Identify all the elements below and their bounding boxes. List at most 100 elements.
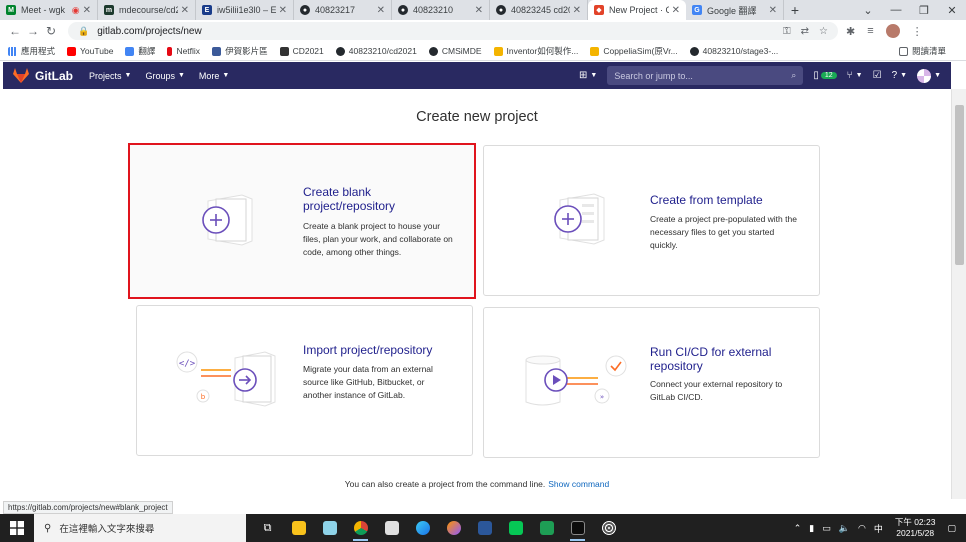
close-tab-icon[interactable]: ✕ bbox=[672, 5, 680, 16]
card-title[interactable]: Create blank project/repository bbox=[303, 185, 423, 213]
translate-icon[interactable]: ⇄ bbox=[801, 26, 809, 37]
key-icon[interactable]: ⚿ bbox=[783, 26, 791, 37]
taskbar-edge[interactable] bbox=[407, 514, 438, 542]
reload-icon[interactable]: ↻ bbox=[42, 24, 60, 38]
url-text: gitlab.com/projects/new bbox=[97, 25, 202, 37]
extensions-icon[interactable]: ✱ bbox=[846, 25, 855, 38]
reading-list-button[interactable]: 閱讀清單 bbox=[898, 45, 946, 57]
menu-icon[interactable]: ⋮ bbox=[912, 25, 923, 38]
page-title: Create new project bbox=[416, 109, 538, 125]
back-icon[interactable]: ← bbox=[6, 24, 24, 38]
taskbar-word[interactable] bbox=[469, 514, 500, 542]
gitlab-logo[interactable]: GitLab bbox=[13, 68, 73, 83]
card-title[interactable]: Create from template bbox=[650, 193, 800, 207]
browser-tab[interactable]: ● 40823210 ✕ bbox=[392, 0, 490, 20]
user-menu-button[interactable]: ▼ bbox=[917, 68, 941, 83]
new-item-button[interactable]: ⊞ ▼ bbox=[579, 70, 597, 81]
todos-button[interactable]: ☑ bbox=[873, 70, 882, 81]
bookmark-star-icon[interactable]: ☆ bbox=[819, 26, 828, 37]
bookmark-cd2021[interactable]: CD2021 bbox=[279, 46, 324, 56]
line-icon bbox=[508, 521, 523, 535]
bookmark-cmsimde[interactable]: CMSiMDE bbox=[428, 46, 482, 56]
google-translate-icon: G bbox=[692, 5, 702, 15]
browser-tab[interactable]: ● 40823217 ✕ bbox=[294, 0, 392, 20]
chevron-down-icon: ▼ bbox=[222, 72, 230, 79]
bookmark-github-cd2021[interactable]: 40823210/cd2021 bbox=[335, 46, 417, 56]
chevron-down-icon: ▼ bbox=[855, 72, 863, 79]
start-button[interactable] bbox=[0, 521, 34, 535]
bookmark-netflix[interactable]: Netflix bbox=[167, 46, 200, 56]
gitlab-nav: Projects ▼ Groups ▼ More ▼ bbox=[89, 71, 229, 81]
close-tab-icon[interactable]: ✕ bbox=[475, 5, 483, 16]
address-bar[interactable]: 🔒 gitlab.com/projects/new ⚿ ⇄ ☆ bbox=[68, 22, 838, 40]
merge-requests-button[interactable]: ⑂ ▼ bbox=[847, 70, 863, 81]
network-icon[interactable]: ▭ bbox=[822, 523, 831, 534]
browser-tab[interactable]: mmdecourse/cd20✕ bbox=[98, 0, 196, 20]
browser-tab-active[interactable]: ◆ New Project · Gi ✕ bbox=[588, 0, 686, 20]
taskbar-firefox[interactable] bbox=[438, 514, 469, 542]
taskbar-misc-app[interactable] bbox=[593, 514, 624, 542]
close-tab-icon[interactable]: ✕ bbox=[769, 5, 777, 16]
wifi-icon[interactable]: ◠ bbox=[858, 523, 866, 534]
browser-tab[interactable]: ●40823245 cd202✕ bbox=[490, 0, 588, 20]
browser-tab[interactable]: Eiw5ilii1e3l0 – Eth✕ bbox=[196, 0, 294, 20]
volume-icon[interactable]: 🔈 bbox=[839, 523, 850, 534]
new-tab-button[interactable]: + bbox=[784, 0, 806, 20]
taskbar-clock[interactable]: 下午 02:23 2021/5/28 bbox=[895, 517, 936, 539]
notification-icon[interactable]: ▢ bbox=[947, 523, 956, 534]
task-view-button[interactable]: ⧉ bbox=[252, 514, 283, 542]
taskbar-terminal[interactable] bbox=[562, 514, 593, 542]
bookmarks-bar: 應用程式 YouTube 翻譯 Netflix 伊賀影片區 CD2021 408… bbox=[0, 42, 966, 61]
bookmark-apps[interactable]: 應用程式 bbox=[8, 45, 55, 57]
close-window-icon[interactable]: ✕ bbox=[938, 4, 966, 17]
nav-projects[interactable]: Projects ▼ bbox=[89, 71, 131, 81]
taskbar-search-input[interactable]: ⚲ 在這裡輸入文字來搜尋 bbox=[34, 514, 246, 542]
lock-icon[interactable]: 🔒 bbox=[78, 26, 89, 37]
restore-icon[interactable]: ❐ bbox=[910, 4, 938, 17]
taskbar-green-app[interactable] bbox=[531, 514, 562, 542]
usb-icon[interactable]: ▮ bbox=[809, 523, 814, 534]
taskbar-notepad[interactable] bbox=[314, 514, 345, 542]
create-from-template-card[interactable]: Create from template Create a project pr… bbox=[483, 145, 820, 296]
tray-chevron-up-icon[interactable]: ⌃ bbox=[794, 523, 802, 534]
taskbar-file-explorer[interactable] bbox=[283, 514, 314, 542]
create-blank-project-card[interactable]: Create blank project/repository Create a… bbox=[128, 143, 476, 299]
bookmark-youtube[interactable]: YouTube bbox=[67, 46, 113, 56]
global-search-input[interactable]: Search or jump to... ⌕ bbox=[607, 66, 804, 85]
bookmark-video[interactable]: 伊賀影片區 bbox=[212, 45, 268, 57]
folder-icon bbox=[493, 46, 503, 56]
taskbar-chrome[interactable] bbox=[345, 514, 376, 542]
nav-more[interactable]: More ▼ bbox=[199, 71, 229, 81]
input-language[interactable]: 中 bbox=[874, 522, 883, 535]
card-title[interactable]: Import project/repository bbox=[303, 343, 463, 357]
close-tab-icon[interactable]: ✕ bbox=[83, 5, 91, 16]
page-scrollbar[interactable] bbox=[951, 89, 966, 499]
nav-groups[interactable]: Groups ▼ bbox=[145, 71, 184, 81]
bookmark-inventor[interactable]: Inventor如何製作... bbox=[493, 45, 578, 57]
forward-icon[interactable]: → bbox=[24, 24, 42, 38]
close-tab-icon[interactable]: ✕ bbox=[279, 5, 287, 16]
close-tab-icon[interactable]: ✕ bbox=[377, 5, 385, 16]
run-ci-cd-card[interactable]: » Run CI/CD for external repository Conn… bbox=[483, 307, 820, 458]
tab-search-icon[interactable]: ⌄ bbox=[854, 4, 882, 17]
bookmark-coppeliasim[interactable]: CoppeliaSim(原Vr... bbox=[590, 45, 678, 57]
bookmark-stage3[interactable]: 40823210/stage3-... bbox=[689, 46, 778, 56]
chevron-down-icon: ▼ bbox=[934, 72, 941, 79]
reading-list-icon[interactable]: ≡ bbox=[867, 25, 873, 37]
close-tab-icon[interactable]: ✕ bbox=[573, 5, 581, 16]
close-tab-icon[interactable]: ✕ bbox=[181, 5, 189, 16]
issues-button[interactable]: ▯ 12 bbox=[813, 70, 837, 81]
browser-tab[interactable]: G Google 翻譯 ✕ bbox=[686, 0, 784, 20]
taskbar-line[interactable] bbox=[500, 514, 531, 542]
profile-avatar[interactable] bbox=[885, 24, 900, 38]
browser-tab[interactable]: M Meet - wgk ◉ ✕ bbox=[0, 0, 98, 20]
import-project-card[interactable]: </> b Import project/repository Migrate … bbox=[136, 305, 473, 456]
taskbar-paint[interactable] bbox=[376, 514, 407, 542]
scrollbar-thumb[interactable] bbox=[955, 105, 964, 265]
minimize-icon[interactable]: — bbox=[882, 4, 910, 16]
bookmark-translate[interactable]: 翻譯 bbox=[125, 45, 155, 57]
help-button[interactable]: ? ▼ bbox=[892, 70, 908, 81]
card-title[interactable]: Run CI/CD for external repository bbox=[650, 345, 790, 373]
show-command-link[interactable]: Show command bbox=[548, 479, 609, 489]
ci-cd-illustration-icon: » bbox=[525, 355, 627, 406]
